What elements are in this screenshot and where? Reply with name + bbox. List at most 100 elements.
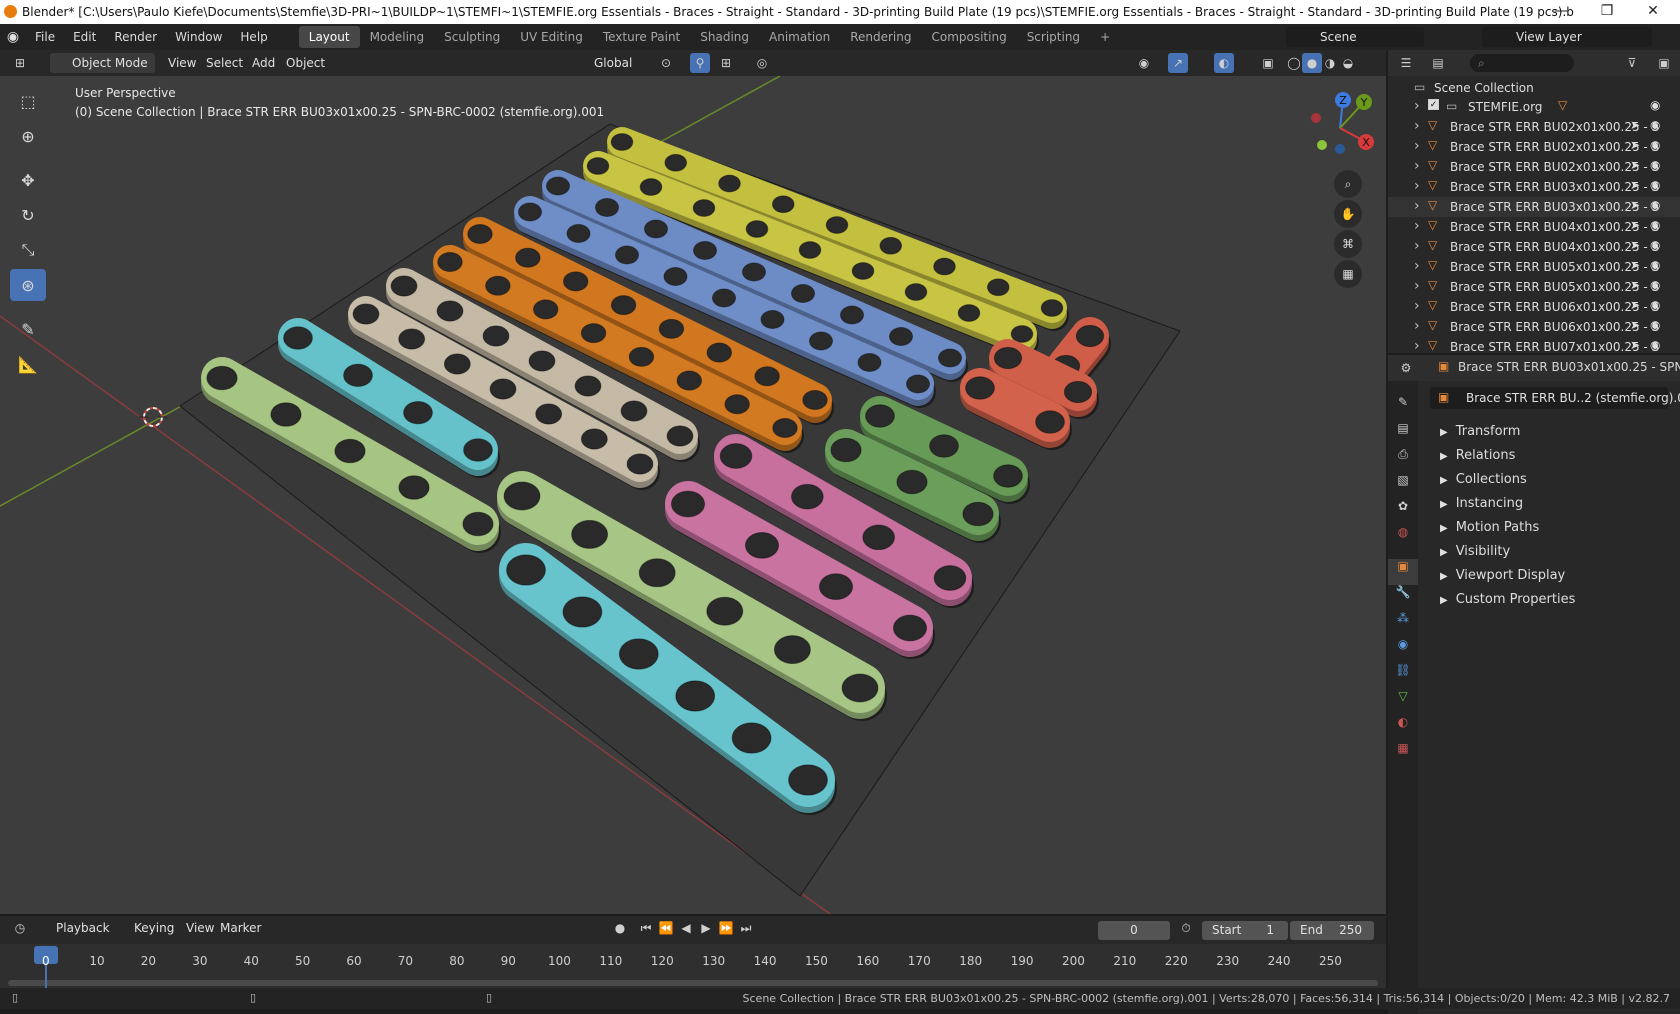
outliner-row-object[interactable]: › ▽ Brace STR ERR BU07x01x00.25 - S ➤ ◉ (1388, 337, 1680, 357)
outliner-row-object[interactable]: › ▽ Brace STR ERR BU06x01x00.25 - S ➤ ◉ (1388, 317, 1680, 337)
menu-marker[interactable]: Marker (214, 918, 267, 938)
tab-scripting[interactable]: Scripting (1017, 26, 1090, 48)
snap-target-icon[interactable]: ⊞ (716, 53, 736, 73)
select-arrow-icon[interactable]: ➤ (1630, 138, 1640, 152)
menu-select[interactable]: Select (200, 53, 249, 73)
tab-sculpting[interactable]: Sculpting (434, 26, 510, 48)
shading-wireframe-icon[interactable]: ◯ (1284, 53, 1304, 73)
select-arrow-icon[interactable]: ➤ (1630, 118, 1640, 132)
eye-icon[interactable]: ◉ (1650, 218, 1660, 232)
expand-arrow-icon[interactable]: › (1414, 118, 1420, 134)
snap-icon[interactable]: ⚲ (690, 53, 710, 73)
xray-icon[interactable]: ▣ (1258, 53, 1278, 73)
world-tab-icon[interactable]: ◍ (1388, 525, 1418, 551)
filter-icon[interactable]: ⊽ (1622, 53, 1642, 73)
outliner-editor-icon[interactable]: ☰ (1396, 53, 1416, 73)
menu-render[interactable]: Render (105, 30, 166, 44)
panel-instancing[interactable]: ▶ Instancing (1440, 492, 1523, 516)
expand-arrow-icon[interactable]: › (1414, 218, 1420, 234)
move-tool-icon[interactable]: ✥ (10, 164, 46, 196)
checkbox-icon[interactable]: ✓ (1428, 99, 1439, 110)
navigation-gizmo[interactable]: Z Y X (1300, 88, 1380, 168)
expand-arrow-icon[interactable]: › (1414, 98, 1420, 114)
gizmo-toggle-icon[interactable]: ↗ (1168, 53, 1188, 73)
measure-tool-icon[interactable]: 📐 (10, 348, 46, 380)
eye-icon[interactable]: ◉ (1650, 258, 1660, 272)
expand-arrow-icon[interactable]: › (1414, 278, 1420, 294)
expand-arrow-icon[interactable]: › (1414, 178, 1420, 194)
record-icon[interactable]: ● (610, 918, 630, 938)
eye-icon[interactable]: ◉ (1650, 278, 1660, 292)
editor-type-icon[interactable]: ⊞ (10, 53, 30, 73)
panel-motion-paths[interactable]: ▶ Motion Paths (1440, 516, 1539, 540)
minimize-button[interactable]: — (1538, 0, 1584, 24)
eye-icon[interactable]: ◉ (1650, 98, 1660, 112)
menu-edit[interactable]: Edit (64, 30, 105, 44)
new-collection-icon[interactable]: ▣ (1654, 53, 1674, 73)
timeline-editor-icon[interactable]: ◷ (10, 918, 30, 938)
viewport-scene[interactable] (0, 76, 1386, 914)
menu-help[interactable]: Help (231, 30, 276, 44)
zoom-icon[interactable]: ⌕ (1334, 170, 1362, 198)
view-layer-selector[interactable]: View Layer (1482, 27, 1652, 47)
expand-arrow-icon[interactable]: › (1414, 338, 1420, 354)
tab-uv-editing[interactable]: UV Editing (510, 26, 593, 48)
next-keyframe-icon[interactable]: ⏩ (716, 918, 736, 938)
outliner-row-object[interactable]: › ▽ Brace STR ERR BU02x01x00.25 - S ➤ ◉ (1388, 157, 1680, 177)
cursor-tool-icon[interactable]: ⊕ (10, 120, 46, 152)
select-arrow-icon[interactable]: ➤ (1630, 218, 1640, 232)
transform-orientation-selector[interactable]: Global (570, 53, 648, 73)
display-mode-icon[interactable]: ▤ (1428, 53, 1448, 73)
shading-solid-icon[interactable]: ● (1302, 53, 1322, 73)
menu-file[interactable]: File (26, 30, 64, 44)
properties-editor-icon[interactable]: ⚙ (1396, 358, 1416, 378)
select-arrow-icon[interactable]: ➤ (1630, 338, 1640, 352)
panel-transform[interactable]: ▶ Transform (1440, 420, 1520, 444)
scale-tool-icon[interactable]: ⤡ (10, 234, 46, 266)
outliner-row-object[interactable]: › ▽ Brace STR ERR BU04x01x00.25 - S ➤ ◉ (1388, 217, 1680, 237)
select-arrow-icon[interactable]: ➤ (1630, 278, 1640, 292)
texture-tab-icon[interactable]: ▦ (1388, 741, 1418, 767)
add-workspace-button[interactable]: + (1090, 26, 1120, 48)
select-arrow-icon[interactable]: ➤ (1630, 178, 1640, 192)
jump-end-icon[interactable]: ⏭ (736, 918, 756, 938)
panel-custom-properties[interactable]: ▶ Custom Properties (1440, 588, 1575, 612)
eye-icon[interactable]: ◉ (1650, 118, 1660, 132)
expand-arrow-icon[interactable]: › (1414, 238, 1420, 254)
prev-keyframe-icon[interactable]: ⏪ (656, 918, 676, 938)
expand-arrow-icon[interactable]: › (1414, 198, 1420, 214)
outliner-row-object[interactable]: › ▽ Brace STR ERR BU05x01x00.25 - S ➤ ◉ (1388, 277, 1680, 297)
mode-selector[interactable]: Object Mode (50, 53, 155, 73)
menu-window[interactable]: Window (166, 30, 231, 44)
tab-texture-paint[interactable]: Texture Paint (593, 26, 690, 48)
scene-selector[interactable]: Scene (1286, 27, 1424, 47)
menu-keying[interactable]: Keying (128, 918, 180, 938)
select-arrow-icon[interactable]: ➤ (1630, 258, 1640, 272)
material-tab-icon[interactable]: ◐ (1388, 715, 1418, 741)
panel-relations[interactable]: ▶ Relations (1440, 444, 1515, 468)
eye-icon[interactable]: ◉ (1650, 138, 1660, 152)
tab-layout[interactable]: Layout (298, 26, 360, 48)
outliner-search-input[interactable]: ⌕ (1470, 54, 1574, 72)
eye-icon[interactable]: ◉ (1650, 198, 1660, 212)
expand-arrow-icon[interactable]: › (1414, 298, 1420, 314)
jump-start-icon[interactable]: ⏮ (636, 918, 656, 938)
menu-playback[interactable]: Playback (50, 918, 116, 938)
eye-icon[interactable]: ◉ (1650, 318, 1660, 332)
tab-modeling[interactable]: Modeling (360, 26, 435, 48)
select-arrow-icon[interactable]: ➤ (1630, 298, 1640, 312)
outliner-row-object[interactable]: › ▽ Brace STR ERR BU06x01x00.25 - S ➤ ◉ (1388, 297, 1680, 317)
restore-button[interactable]: ❐ (1584, 0, 1630, 24)
camera-icon[interactable]: ⌘ (1334, 230, 1362, 258)
outliner-row-object[interactable]: › ▽ Brace STR ERR BU05x01x00.25 - S ➤ ◉ (1388, 257, 1680, 277)
blender-menu-icon[interactable]: ◉ (0, 29, 26, 45)
eye-icon[interactable]: ◉ (1650, 158, 1660, 172)
select-arrow-icon[interactable]: ➤ (1630, 318, 1640, 332)
frame-start-field[interactable]: Start 1 (1202, 921, 1288, 940)
shading-rendered-icon[interactable]: ◒ (1338, 53, 1358, 73)
close-button[interactable]: ✕ (1630, 0, 1676, 24)
overlay-toggle-icon[interactable]: ◐ (1214, 53, 1234, 73)
shading-material-icon[interactable]: ◑ (1320, 53, 1340, 73)
object-tab-icon[interactable]: ▣ (1388, 559, 1418, 585)
stopwatch-icon[interactable]: ⏱ (1176, 918, 1196, 938)
